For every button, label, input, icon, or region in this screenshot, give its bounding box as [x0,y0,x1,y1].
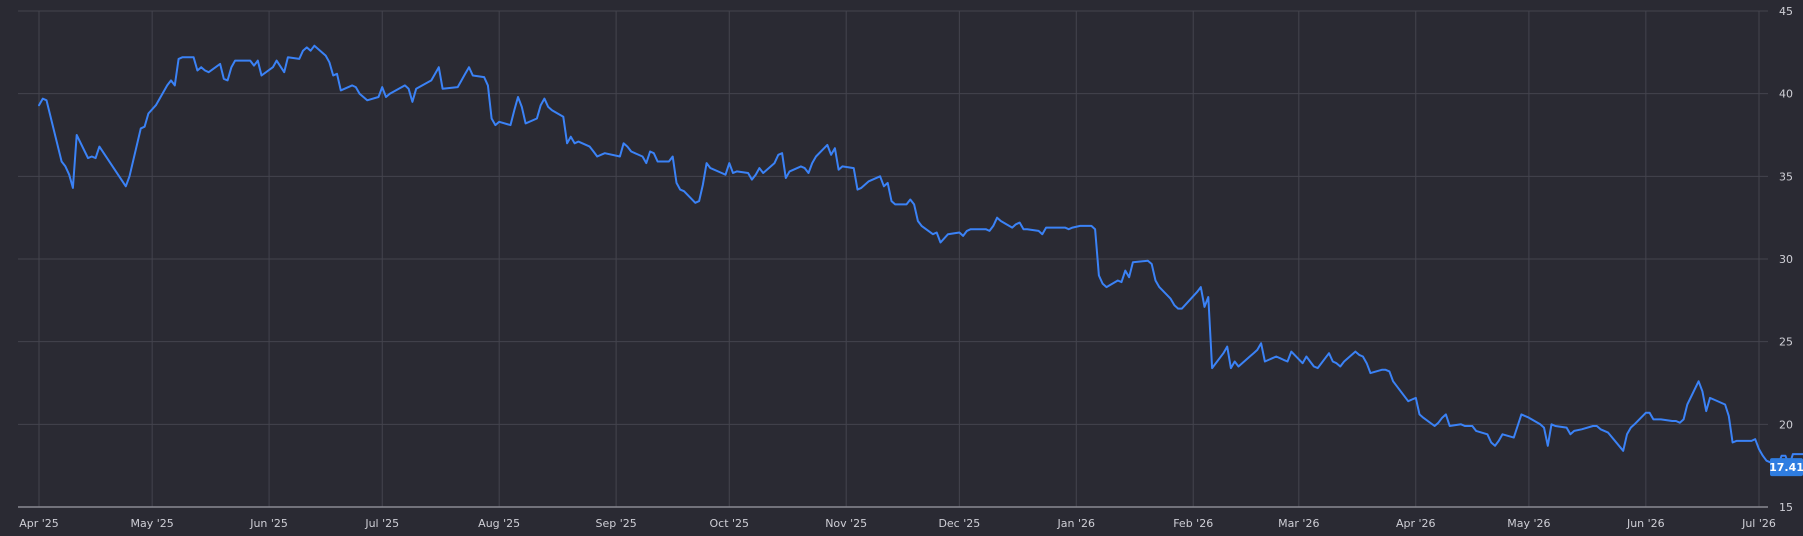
y-tick-label: 20 [1779,418,1793,431]
y-tick-label: 45 [1779,5,1793,18]
axis-layer: 15 20 25 30 35 40 45 Apr '25 May '25 Jun '25 Jul '… [18,5,1803,530]
price-series-line [38,44,1803,467]
x-tick-label: May '26 [1507,517,1550,530]
x-tick-label: Sep '25 [595,517,636,530]
last-value-label: 17.41 [1769,461,1803,474]
stock-price-chart: 15 20 25 30 35 40 45 Apr '25 May '25 Jun '25 Jul '… [0,0,1803,536]
y-tick-label: 35 [1779,170,1793,183]
last-value-badge: 17.41 [1769,458,1803,477]
y-tick-label: 30 [1779,253,1793,266]
x-tick-label: Dec '25 [938,517,980,530]
x-tick-label: Jan '26 [1057,517,1095,530]
x-tick-label: Jul '26 [1741,517,1776,530]
x-tick-label: Jun '25 [249,517,288,530]
x-tick-label: Aug '25 [478,517,520,530]
x-tick-label: Apr '25 [19,517,59,530]
x-tick-label: Jun '26 [1626,517,1665,530]
y-tick-label: 15 [1779,501,1793,514]
x-tick-label: Mar '26 [1278,517,1319,530]
x-tick-label: Jul '25 [364,517,399,530]
x-tick-label: Oct '25 [709,517,749,530]
y-tick-label: 25 [1779,336,1793,349]
price-chart-svg: 15 20 25 30 35 40 45 Apr '25 May '25 Jun '25 Jul '… [18,5,1803,530]
x-tick-label: Nov '25 [825,517,867,530]
grid-layer [18,10,1768,507]
x-tick-label: Feb '26 [1173,517,1213,530]
x-tick-label: Apr '26 [1396,517,1436,530]
series-layer [38,44,1803,467]
x-tick-label: May '25 [131,517,174,530]
y-tick-label: 40 [1779,88,1793,101]
